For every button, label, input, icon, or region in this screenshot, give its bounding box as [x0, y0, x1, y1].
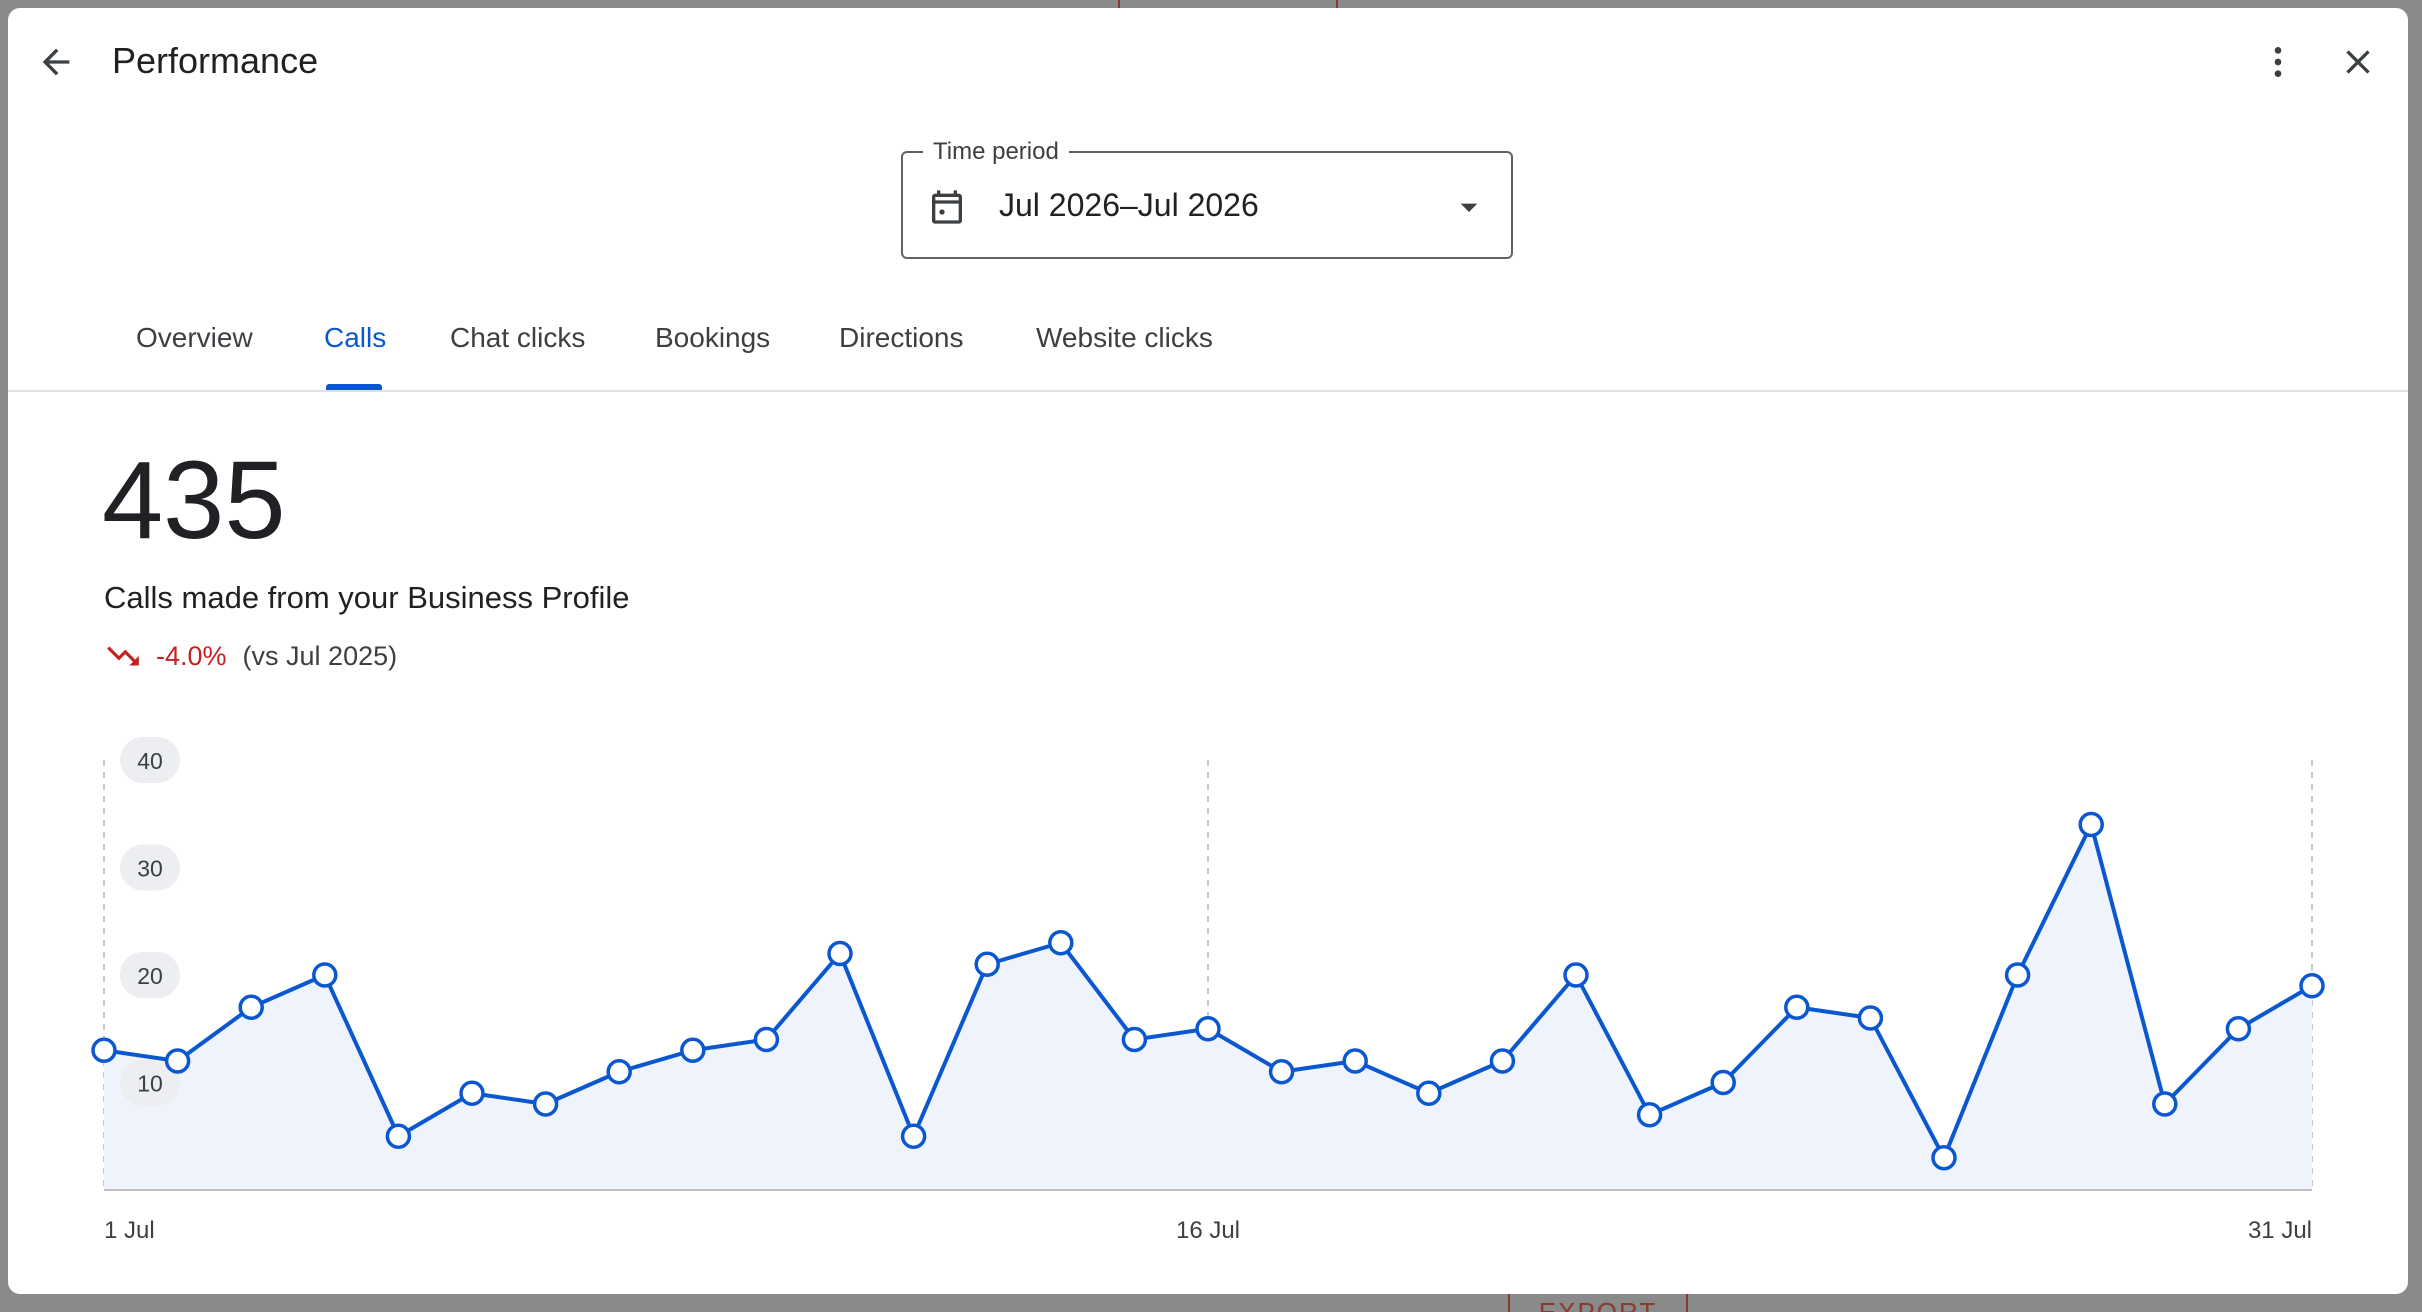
x-tick-label: 31 Jul [2248, 1217, 2312, 1244]
close-icon [2346, 50, 2370, 74]
data-point [1784, 994, 1810, 1020]
data-point [2152, 1091, 2178, 1117]
tab-calls[interactable]: Calls [324, 322, 386, 354]
data-point [385, 1123, 412, 1149]
page-title: Performance [112, 40, 319, 81]
x-tick-label: 1 Jul [104, 1217, 155, 1244]
tab-chat-clicks[interactable]: Chat clicks [450, 322, 585, 354]
data-point [2078, 811, 2104, 838]
metric-description: Calls made from your Business Profile [104, 580, 630, 615]
trending-down-icon [107, 646, 139, 666]
series-area [104, 824, 2312, 1190]
y-tick-label: 20 [137, 963, 163, 989]
data-point [827, 940, 853, 967]
calls-line-chart: 10 20 30 40 1 Jul 16 Jul 31 Jul [91, 737, 2325, 1244]
time-period-value: Jul 2026–Jul 2026 [999, 187, 1259, 223]
data-point [1710, 1069, 1736, 1096]
active-tab-indicator [326, 384, 382, 390]
calendar-icon [932, 190, 962, 224]
close-button[interactable] [2326, 30, 2390, 94]
data-point [312, 962, 338, 988]
data-point [2299, 973, 2325, 999]
calls-total: 435 [102, 439, 286, 562]
data-point [900, 1123, 927, 1149]
performance-dialog: Performance Time period Jul 2026–Jul 202… [8, 8, 2408, 1294]
data-point [91, 1037, 117, 1063]
more-vert-icon [2274, 47, 2282, 77]
data-point [1195, 1016, 1221, 1042]
metric-tabs: Overview Calls Chat clicks Bookings Dire… [8, 298, 2408, 392]
change-comparison: (vs Jul 2025) [242, 640, 398, 671]
data-point [1563, 962, 1589, 988]
data-point [1489, 1048, 1516, 1074]
data-point [164, 1048, 191, 1074]
time-period-label: Time period [923, 138, 1069, 166]
data-point [753, 1026, 780, 1053]
data-point [238, 994, 264, 1020]
data-point [1048, 930, 1074, 956]
y-tick-label: 10 [137, 1071, 163, 1097]
more-options-button[interactable] [2246, 30, 2310, 94]
data-point [974, 951, 1000, 977]
data-point [1857, 1005, 1884, 1031]
data-point [532, 1091, 559, 1117]
time-period-select[interactable]: Time period Jul 2026–Jul 2026 [901, 138, 1513, 259]
data-point [1121, 1026, 1148, 1053]
tab-directions[interactable]: Directions [839, 322, 963, 354]
change-percent: -4.0% [156, 640, 227, 671]
data-point [2225, 1016, 2252, 1042]
data-point [1268, 1059, 1295, 1085]
y-tick-label: 30 [137, 856, 163, 882]
tab-website-clicks[interactable]: Website clicks [1036, 322, 1213, 354]
dialog-header: Performance [8, 8, 2408, 118]
data-point [2004, 962, 2031, 988]
change-indicator: -4.0% (vs Jul 2025) [104, 636, 397, 676]
y-tick-label: 40 [137, 748, 163, 774]
arrow-drop-down-icon [1460, 203, 1478, 212]
tab-bookings[interactable]: Bookings [655, 322, 770, 354]
back-button[interactable] [24, 30, 88, 94]
x-tick-label: 16 Jul [1176, 1217, 1240, 1244]
data-point [459, 1080, 485, 1106]
data-point [1416, 1080, 1442, 1106]
data-point [1636, 1102, 1663, 1128]
data-point [1342, 1048, 1368, 1074]
arrow-left-icon [42, 48, 70, 76]
data-point [606, 1059, 632, 1085]
tab-overview[interactable]: Overview [136, 322, 253, 354]
data-point [1931, 1145, 1957, 1171]
data-point [680, 1037, 706, 1063]
